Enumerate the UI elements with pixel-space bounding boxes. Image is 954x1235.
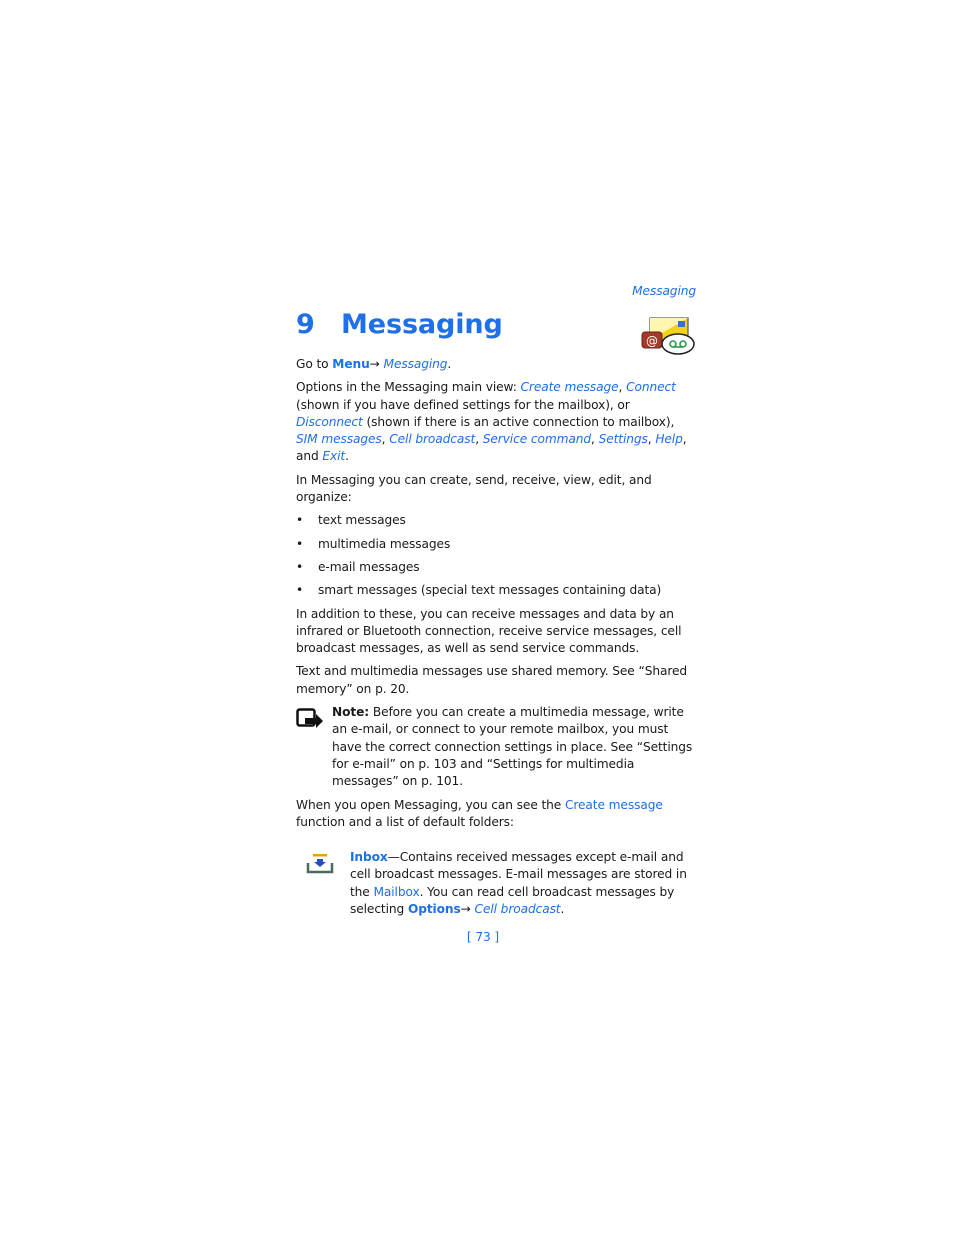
- note-text: Before you can create a multimedia messa…: [332, 705, 693, 789]
- list-item: • e-mail messages: [296, 559, 696, 576]
- list-item: • text messages: [296, 512, 696, 529]
- chapter-number: 9: [296, 309, 315, 340]
- note-label: Note:: [332, 705, 370, 720]
- memory-paragraph: Text and multimedia messages use shared …: [296, 664, 687, 696]
- option-connect[interactable]: Connect: [626, 380, 676, 394]
- bullet-icon: •: [296, 536, 304, 551]
- option-disconnect[interactable]: Disconnect: [296, 415, 363, 429]
- list-intro: In Messaging you can create, send, recei…: [296, 472, 652, 505]
- option-sim-messages[interactable]: SIM messages: [296, 432, 382, 446]
- inbox-folder-entry: Inbox—Contains received messages except …: [296, 849, 696, 918]
- goto-instruction: Go to Menu→ Messaging.: [296, 357, 452, 371]
- note-block: Note: Before you can create a multimedia…: [296, 704, 696, 790]
- note-icon: [296, 708, 323, 729]
- option-service-command[interactable]: Service command: [483, 432, 591, 446]
- bullet-icon: •: [296, 513, 304, 528]
- cell-broadcast-link[interactable]: Cell broadcast: [475, 902, 561, 916]
- bullet-icon: •: [296, 559, 304, 574]
- page-number: [ 73 ]: [466, 930, 500, 944]
- option-create-message[interactable]: Create message: [521, 380, 619, 394]
- option-help[interactable]: Help: [655, 432, 682, 446]
- option-cell-broadcast[interactable]: Cell broadcast: [389, 432, 475, 446]
- option-exit[interactable]: Exit: [322, 449, 345, 463]
- chapter-title: Messaging: [341, 309, 503, 340]
- options-paragraph: Options in the Messaging main view: Crea…: [296, 380, 687, 464]
- inbox-icon: [306, 854, 334, 874]
- create-message-link[interactable]: Create message: [565, 798, 663, 812]
- messaging-icon: @: [641, 317, 695, 355]
- message-types-list: • text messages • multimedia messages • e-m…: [296, 512, 696, 599]
- additional-paragraph: In addition to these, you can receive me…: [296, 606, 682, 656]
- open-messaging-paragraph: When you open Messaging, you can see the…: [296, 797, 663, 829]
- inbox-label[interactable]: Inbox: [350, 850, 388, 864]
- running-head: Messaging: [632, 284, 696, 298]
- bullet-icon: •: [296, 583, 304, 598]
- list-item: • smart messages (special text messages c…: [296, 582, 696, 599]
- list-item: • multimedia messages: [296, 536, 696, 553]
- options-link[interactable]: Options: [408, 902, 461, 916]
- svg-text:@: @: [646, 334, 658, 348]
- chapter-heading: 9 Messaging @: [296, 308, 696, 355]
- mailbox-link[interactable]: Mailbox: [373, 885, 419, 899]
- menu-link[interactable]: Menu: [332, 357, 369, 371]
- messaging-link[interactable]: Messaging: [384, 357, 448, 371]
- page-body: Go to Menu→ Messaging. Options in the Me…: [296, 356, 696, 918]
- option-settings[interactable]: Settings: [599, 432, 648, 446]
